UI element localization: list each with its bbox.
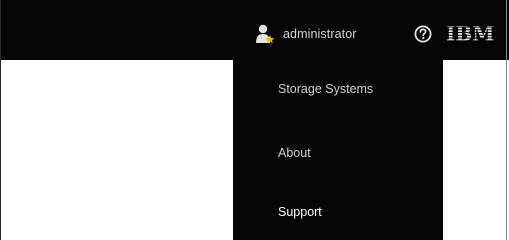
user-dropdown-menu: Storage Systems About Support	[233, 60, 443, 240]
help-icon[interactable]	[414, 25, 432, 43]
username-label: administrator	[283, 27, 357, 41]
window-left-border	[0, 0, 1, 240]
admin-user-icon	[254, 23, 276, 45]
menu-item-about[interactable]: About	[278, 146, 311, 160]
ibm-logo-text: IBM	[446, 22, 494, 44]
user-menu-trigger[interactable]: administrator	[254, 22, 357, 46]
menu-item-storage-systems[interactable]: Storage Systems	[278, 82, 373, 96]
menu-item-support[interactable]: Support	[278, 205, 322, 219]
window-right-border	[506, 0, 507, 240]
app-window: administrator IBM Storage Systems About	[0, 0, 509, 240]
ibm-logo: IBM	[446, 22, 498, 46]
top-navigation-bar: administrator IBM	[0, 0, 509, 60]
